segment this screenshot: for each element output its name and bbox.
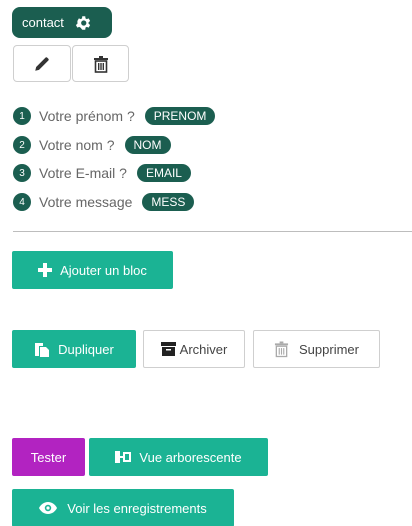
copy-icon — [34, 341, 50, 357]
delete-label: Supprimer — [299, 341, 359, 357]
add-block-button[interactable]: Ajouter un bloc — [12, 251, 173, 289]
field-tag-badge: MESS — [142, 193, 195, 211]
field-row: 1 Votre prénom ? PRENOM — [13, 106, 216, 126]
field-number-badge: 2 — [13, 136, 31, 154]
contact-settings-chip[interactable]: contact — [12, 7, 112, 38]
test-button[interactable]: Tester — [12, 438, 85, 476]
archive-button[interactable]: Archiver — [143, 330, 245, 368]
field-number-badge: 3 — [13, 164, 31, 182]
edit-button[interactable] — [13, 45, 71, 82]
field-number-badge: 1 — [13, 107, 31, 125]
tree-view-button[interactable]: Vue arborescente — [89, 438, 268, 476]
duplicate-label: Dupliquer — [58, 341, 114, 357]
duplicate-button[interactable]: Dupliquer — [12, 330, 136, 368]
field-label: Votre prénom ? — [39, 108, 135, 124]
field-row: 4 Votre message MESS — [13, 192, 195, 212]
trash-icon — [274, 340, 289, 358]
field-number-badge: 4 — [13, 193, 31, 211]
archive-icon — [160, 342, 176, 356]
field-label: Votre E-mail ? — [39, 165, 127, 181]
field-label: Votre nom ? — [39, 137, 115, 153]
tree-view-label: Vue arborescente — [139, 449, 242, 465]
field-tag-badge: EMAIL — [136, 164, 191, 182]
field-row: 2 Votre nom ? NOM — [13, 135, 171, 155]
add-block-label: Ajouter un bloc — [60, 262, 147, 278]
divider — [13, 231, 412, 232]
pencil-icon — [33, 55, 51, 73]
gear-icon — [74, 14, 92, 32]
view-records-button[interactable]: Voir les enregistrements — [12, 489, 234, 526]
field-tag-badge: NOM — [124, 136, 171, 154]
field-label: Votre message — [39, 194, 133, 210]
field-row: 3 Votre E-mail ? EMAIL — [13, 163, 191, 183]
view-records-label: Voir les enregistrements — [67, 500, 207, 516]
test-label: Tester — [30, 449, 67, 465]
trash-icon — [93, 55, 109, 73]
eye-icon — [39, 502, 58, 514]
field-tag-badge: PRENOM — [144, 107, 216, 125]
contact-label: contact — [22, 15, 64, 30]
sitemap-icon — [115, 450, 132, 464]
archive-label: Archiver — [179, 341, 228, 357]
plus-icon — [38, 263, 53, 277]
delete-button[interactable]: Supprimer — [253, 330, 380, 368]
delete-icon-button[interactable] — [72, 45, 129, 82]
